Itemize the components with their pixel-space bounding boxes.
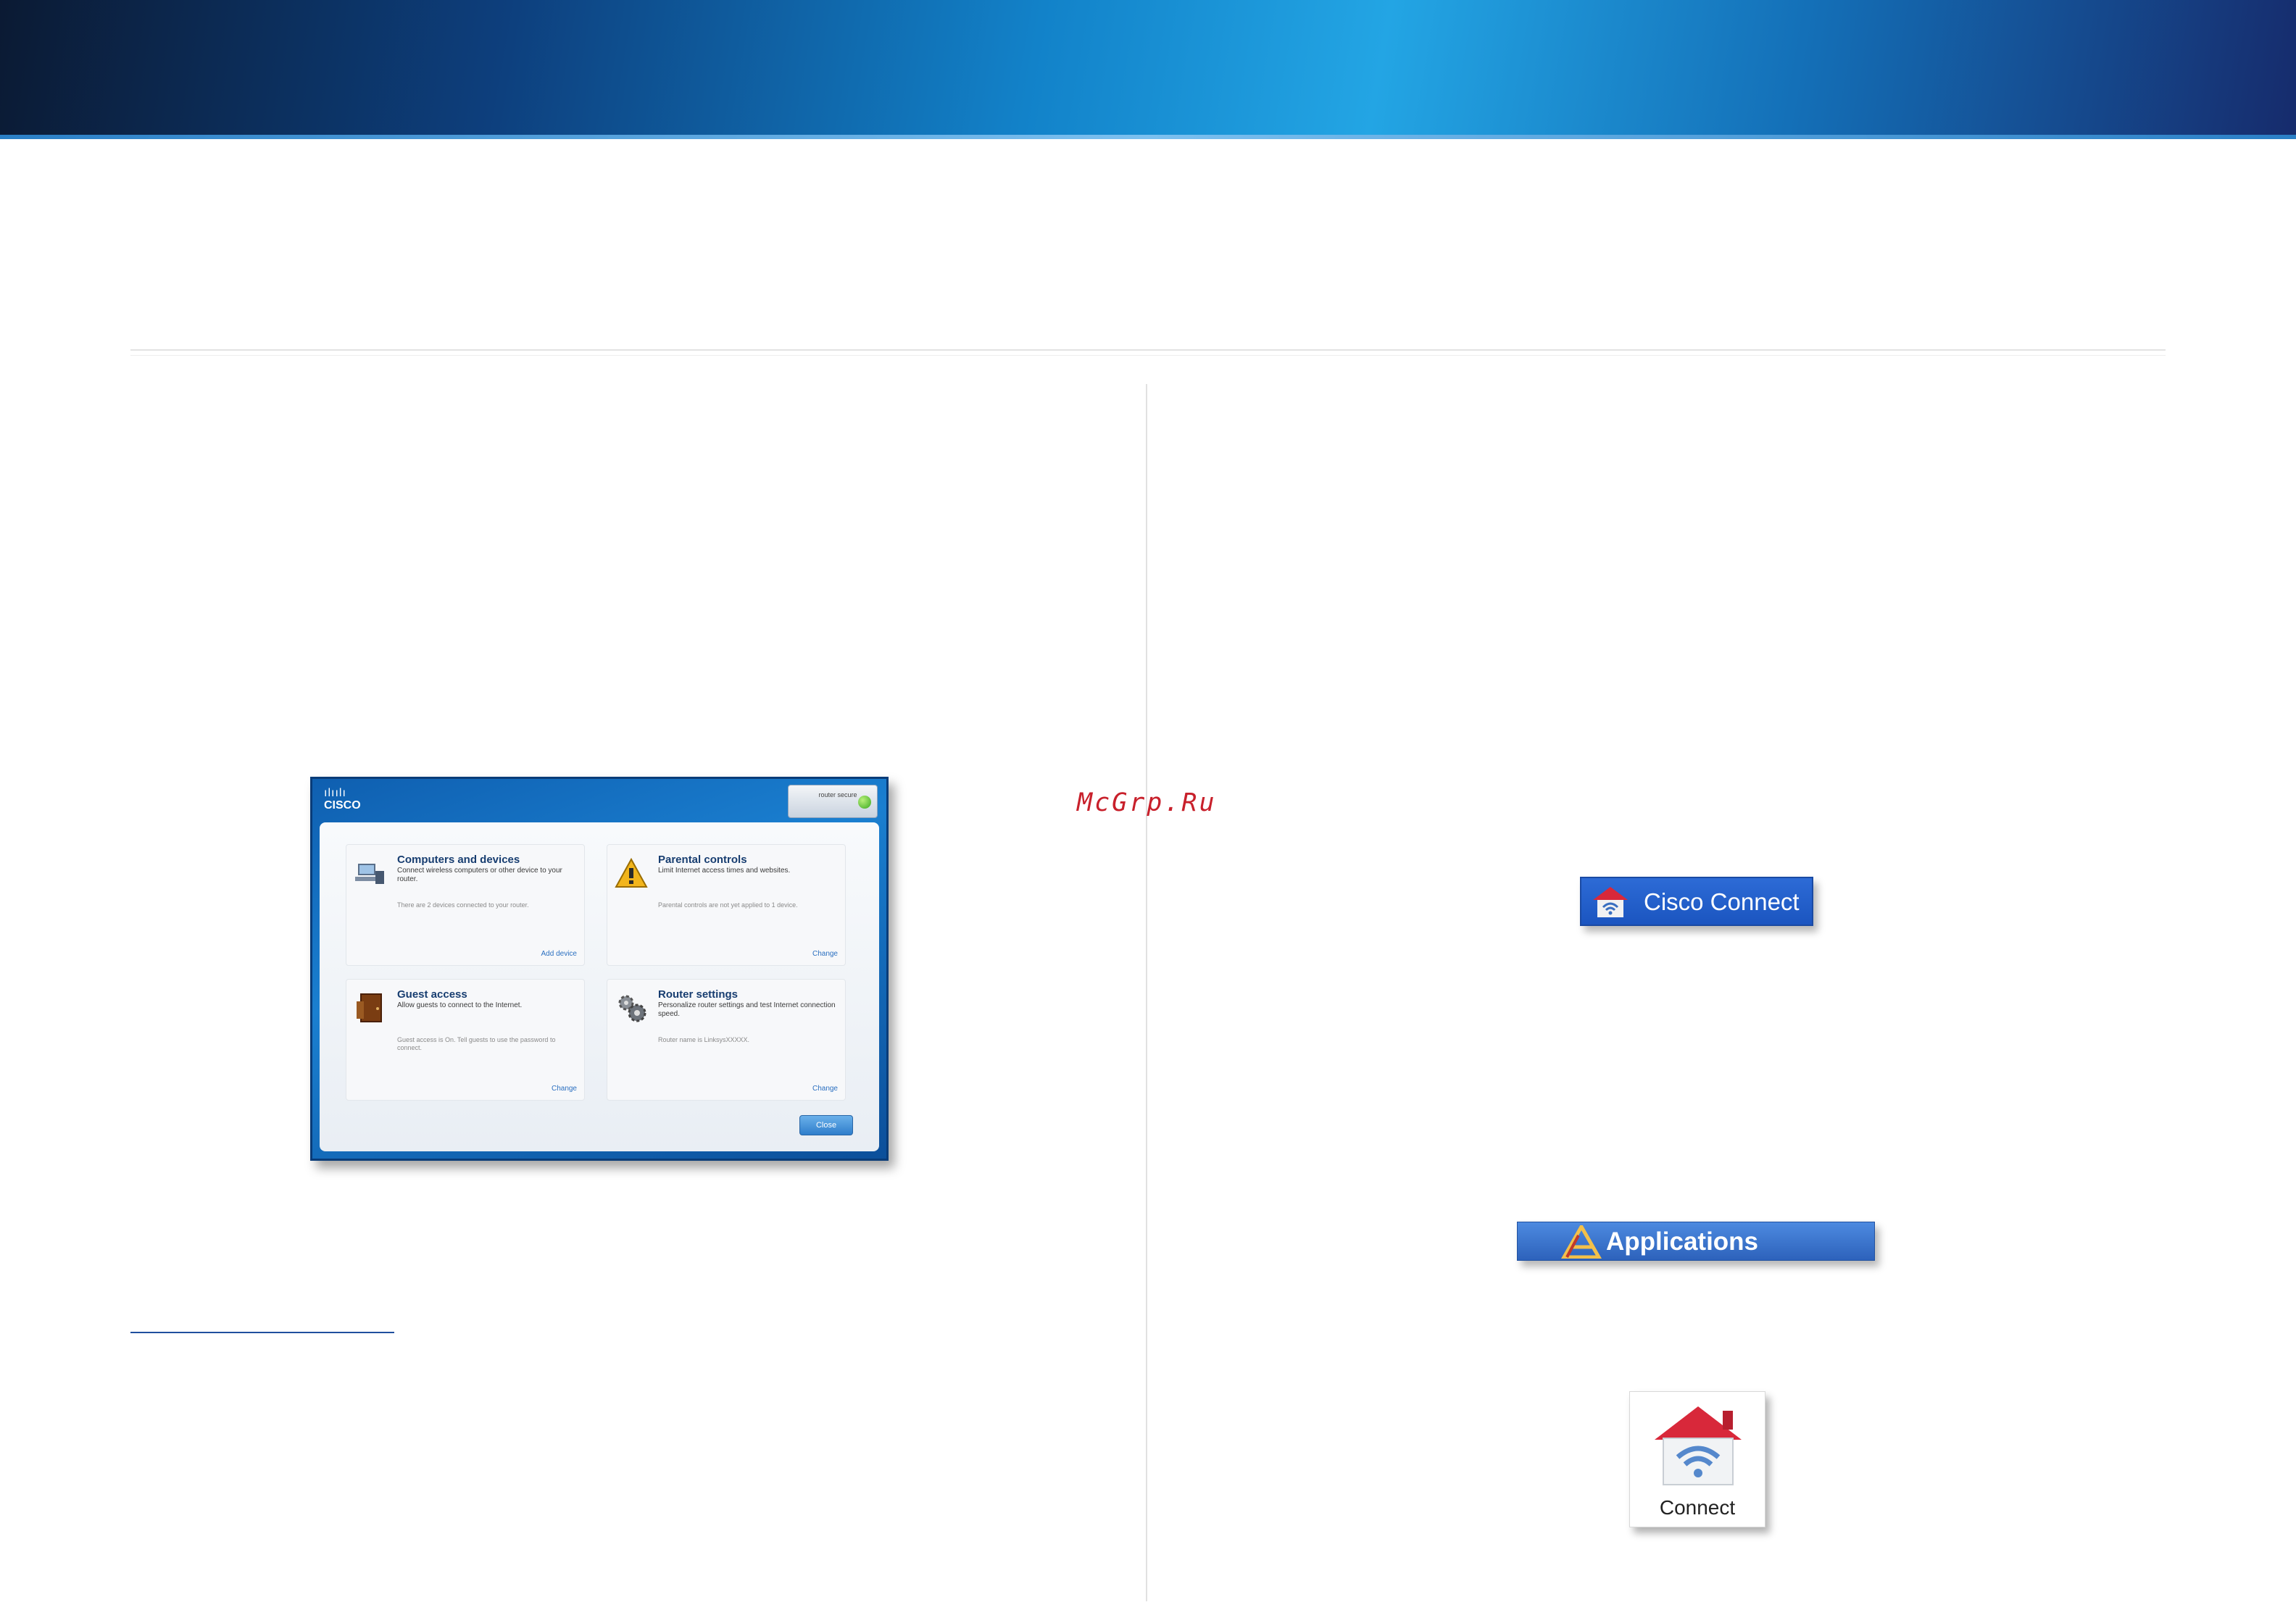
card-guest-access: Guest access Allow guests to connect to … [346, 979, 585, 1101]
change-link[interactable]: Change [812, 1085, 838, 1093]
change-link[interactable]: Change [552, 1085, 577, 1093]
column-divider [1146, 384, 1147, 1601]
applications-label: Applications [1606, 1227, 1759, 1256]
cisco-connect-label: Cisco Connect [1644, 888, 1800, 915]
connect-app-label: Connect [1659, 1496, 1736, 1519]
cisco-logo-bars: ılıılı [324, 787, 346, 799]
router-status-text: router secure [818, 791, 857, 798]
house-wifi-icon [1593, 887, 1628, 917]
card-note: Parental controls are not yet applied to… [658, 901, 798, 909]
header-banner [0, 0, 2296, 139]
card-router-settings: Router settings Personalize router setti… [607, 979, 846, 1101]
add-device-link[interactable]: Add device [541, 950, 577, 958]
cisco-logo: ılıılı CISCO [324, 788, 361, 812]
guest-door-icon [357, 993, 382, 1022]
router-status-badge[interactable]: router secure [788, 785, 878, 818]
card-description: Personalize router settings and test Int… [658, 1001, 836, 1018]
status-ok-icon [858, 796, 871, 809]
cisco-connect-button[interactable]: Cisco Connect [1580, 877, 1813, 926]
card-description: Connect wireless computers or other devi… [397, 867, 562, 883]
applications-bar[interactable]: Applications [1517, 1222, 1875, 1261]
card-description: Allow guests to connect to the Internet. [397, 1001, 523, 1009]
card-parental-controls: Parental controls Limit Internet access … [607, 844, 846, 966]
card-title: Guest access [397, 988, 467, 1001]
cisco-logo-word: CISCO [324, 799, 361, 812]
house-wifi-icon [1655, 1406, 1742, 1485]
close-button[interactable]: Close [799, 1115, 853, 1135]
header-divider [130, 349, 2166, 351]
card-description: Limit Internet access times and websites… [658, 867, 791, 875]
card-note: Guest access is On. Tell guests to use t… [397, 1036, 556, 1051]
applications-folder-icon [1561, 1225, 1602, 1259]
warning-sign-icon [615, 857, 648, 888]
gears-icon [618, 995, 646, 1022]
card-title: Computers and devices [397, 854, 520, 866]
card-note: Router name is LinksysXXXXX. [658, 1036, 750, 1043]
watermark-text: McGrp.Ru [1077, 788, 1217, 817]
header-divider-secondary [130, 355, 2166, 356]
card-title: Parental controls [658, 854, 747, 866]
card-title: Router settings [658, 988, 739, 1001]
card-computers-devices: Computers and devices Connect wireless c… [346, 844, 585, 966]
dashboard-panel: Computers and devices Connect wireless c… [320, 822, 879, 1151]
connect-app-tile[interactable]: Connect [1629, 1391, 1765, 1527]
change-link[interactable]: Change [812, 950, 838, 958]
computer-devices-icon [355, 864, 384, 884]
cisco-connect-dashboard-screenshot: ılıılı CISCO router secure Computers and… [310, 777, 889, 1161]
card-note: There are 2 devices connected to your ro… [397, 901, 529, 909]
footnote-divider [130, 1332, 394, 1333]
